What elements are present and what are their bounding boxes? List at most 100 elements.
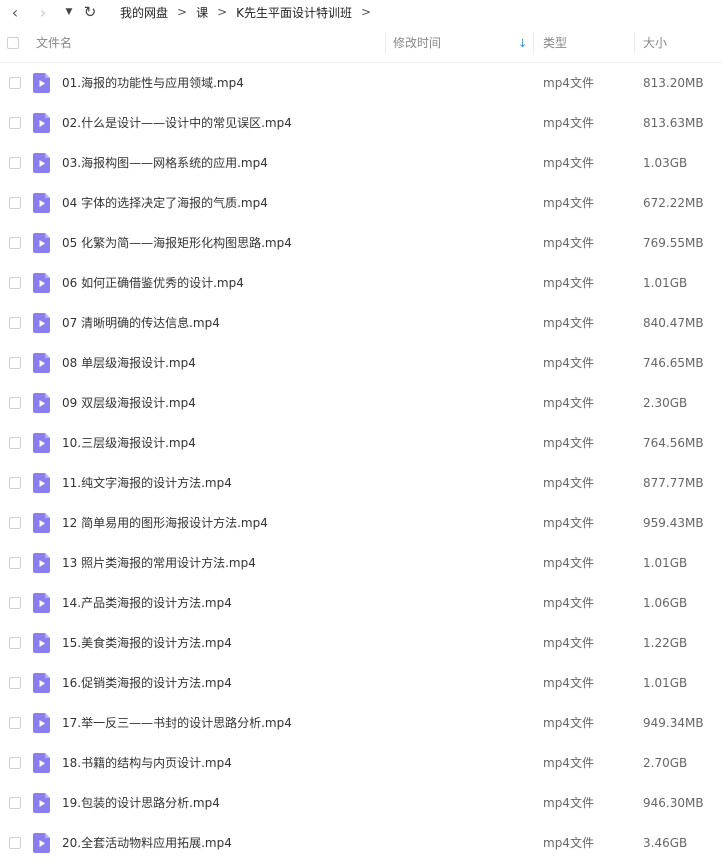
- row-checkbox[interactable]: [9, 837, 21, 849]
- row-checkbox[interactable]: [9, 237, 21, 249]
- breadcrumb-item-current-folder[interactable]: K先生平面设计特训班: [236, 4, 352, 21]
- navigation-bar: ‹ › ▼ ↻ 我的网盘 > 课 > K先生平面设计特训班 >: [0, 0, 722, 24]
- column-header-type[interactable]: 类型: [543, 24, 567, 62]
- row-checkbox[interactable]: [9, 557, 21, 569]
- column-header-size[interactable]: 大小: [643, 24, 667, 62]
- file-name[interactable]: 14.产品类海报的设计方法.mp4: [62, 583, 232, 623]
- file-name[interactable]: 01.海报的功能性与应用领域.mp4: [62, 63, 244, 103]
- row-checkbox[interactable]: [9, 797, 21, 809]
- file-name[interactable]: 13 照片类海报的常用设计方法.mp4: [62, 543, 256, 583]
- table-row[interactable]: 14.产品类海报的设计方法.mp4 mp4文件 1.06GB: [0, 583, 722, 623]
- breadcrumb-item-my-drive[interactable]: 我的网盘: [120, 4, 168, 21]
- file-type: mp4文件: [543, 556, 594, 570]
- file-size: 1.06GB: [643, 596, 688, 610]
- table-row[interactable]: 10.三层级海报设计.mp4 mp4文件 764.56MB: [0, 423, 722, 463]
- file-name[interactable]: 09 双层级海报设计.mp4: [62, 383, 196, 423]
- file-list: 01.海报的功能性与应用领域.mp4 mp4文件 813.20MB 02.什么是设计—…: [0, 63, 722, 863]
- row-checkbox[interactable]: [9, 597, 21, 609]
- video-file-icon: [33, 673, 50, 693]
- row-checkbox[interactable]: [9, 157, 21, 169]
- table-row[interactable]: 07 清晰明确的传达信息.mp4 mp4文件 840.47MB: [0, 303, 722, 343]
- row-checkbox[interactable]: [9, 517, 21, 529]
- table-row[interactable]: 13 照片类海报的常用设计方法.mp4 mp4文件 1.01GB: [0, 543, 722, 583]
- video-file-icon: [33, 593, 50, 613]
- refresh-icon[interactable]: ↻: [80, 0, 100, 24]
- row-checkbox[interactable]: [9, 317, 21, 329]
- file-type: mp4文件: [543, 156, 594, 170]
- breadcrumb-separator: >: [177, 5, 188, 19]
- file-name[interactable]: 20.全套活动物料应用拓展.mp4: [62, 823, 232, 863]
- row-checkbox[interactable]: [9, 477, 21, 489]
- table-row[interactable]: 18.书籍的结构与内页设计.mp4 mp4文件 2.70GB: [0, 743, 722, 783]
- file-size: 877.77MB: [643, 476, 704, 490]
- file-type: mp4文件: [543, 316, 594, 330]
- file-name[interactable]: 06 如何正确借鉴优秀的设计.mp4: [62, 263, 244, 303]
- table-row[interactable]: 15.美食类海报的设计方法.mp4 mp4文件 1.22GB: [0, 623, 722, 663]
- file-size: 1.03GB: [643, 156, 688, 170]
- file-type: mp4文件: [543, 596, 594, 610]
- file-name[interactable]: 18.书籍的结构与内页设计.mp4: [62, 743, 232, 783]
- table-row[interactable]: 17.举一反三——书封的设计思路分析.mp4 mp4文件 949.34MB: [0, 703, 722, 743]
- file-name[interactable]: 03.海报构图——网格系统的应用.mp4: [62, 143, 268, 183]
- table-row[interactable]: 06 如何正确借鉴优秀的设计.mp4 mp4文件 1.01GB: [0, 263, 722, 303]
- table-row[interactable]: 08 单层级海报设计.mp4 mp4文件 746.65MB: [0, 343, 722, 383]
- file-type: mp4文件: [543, 356, 594, 370]
- row-checkbox[interactable]: [9, 77, 21, 89]
- row-checkbox[interactable]: [9, 117, 21, 129]
- file-name[interactable]: 12 简单易用的图形海报设计方法.mp4: [62, 503, 268, 543]
- file-size: 746.65MB: [643, 356, 704, 370]
- row-checkbox[interactable]: [9, 357, 21, 369]
- table-row[interactable]: 01.海报的功能性与应用领域.mp4 mp4文件 813.20MB: [0, 63, 722, 103]
- breadcrumb-item-course[interactable]: 课: [196, 4, 208, 21]
- row-checkbox[interactable]: [9, 637, 21, 649]
- column-header-name[interactable]: 文件名: [36, 24, 72, 62]
- file-type: mp4文件: [543, 276, 594, 290]
- table-row[interactable]: 03.海报构图——网格系统的应用.mp4 mp4文件 1.03GB: [0, 143, 722, 183]
- file-name[interactable]: 15.美食类海报的设计方法.mp4: [62, 623, 232, 663]
- select-all-checkbox[interactable]: [7, 37, 19, 49]
- video-file-icon: [33, 833, 50, 853]
- table-row[interactable]: 04 字体的选择决定了海报的气质.mp4 mp4文件 672.22MB: [0, 183, 722, 223]
- file-name[interactable]: 17.举一反三——书封的设计思路分析.mp4: [62, 703, 292, 743]
- chevron-left-icon[interactable]: ‹: [4, 0, 26, 24]
- row-checkbox[interactable]: [9, 717, 21, 729]
- arrow-down-icon[interactable]: ↓: [518, 24, 527, 62]
- row-checkbox[interactable]: [9, 757, 21, 769]
- file-type: mp4文件: [543, 676, 594, 690]
- row-checkbox[interactable]: [9, 437, 21, 449]
- file-type: mp4文件: [543, 476, 594, 490]
- file-size: 672.22MB: [643, 196, 704, 210]
- video-file-icon: [33, 273, 50, 293]
- column-divider[interactable]: [634, 32, 635, 54]
- file-name[interactable]: 04 字体的选择决定了海报的气质.mp4: [62, 183, 268, 223]
- file-name[interactable]: 05 化繁为简——海报矩形化构图思路.mp4: [62, 223, 292, 263]
- video-file-icon: [33, 193, 50, 213]
- table-row[interactable]: 20.全套活动物料应用拓展.mp4 mp4文件 3.46GB: [0, 823, 722, 863]
- file-name[interactable]: 10.三层级海报设计.mp4: [62, 423, 196, 463]
- column-header-modified[interactable]: 修改时间: [393, 24, 441, 62]
- table-row[interactable]: 11.纯文字海报的设计方法.mp4 mp4文件 877.77MB: [0, 463, 722, 503]
- file-name[interactable]: 07 清晰明确的传达信息.mp4: [62, 303, 220, 343]
- file-name[interactable]: 02.什么是设计——设计中的常见误区.mp4: [62, 103, 292, 143]
- table-row[interactable]: 12 简单易用的图形海报设计方法.mp4 mp4文件 959.43MB: [0, 503, 722, 543]
- file-name[interactable]: 11.纯文字海报的设计方法.mp4: [62, 463, 232, 503]
- file-name[interactable]: 19.包装的设计思路分析.mp4: [62, 783, 220, 823]
- table-row[interactable]: 05 化繁为简——海报矩形化构图思路.mp4 mp4文件 769.55MB: [0, 223, 722, 263]
- row-checkbox[interactable]: [9, 277, 21, 289]
- table-row[interactable]: 09 双层级海报设计.mp4 mp4文件 2.30GB: [0, 383, 722, 423]
- file-name[interactable]: 16.促销类海报的设计方法.mp4: [62, 663, 232, 703]
- column-divider[interactable]: [385, 32, 386, 54]
- row-checkbox[interactable]: [9, 197, 21, 209]
- video-file-icon: [33, 793, 50, 813]
- table-row[interactable]: 19.包装的设计思路分析.mp4 mp4文件 946.30MB: [0, 783, 722, 823]
- chevron-right-icon[interactable]: ›: [32, 0, 54, 24]
- table-row[interactable]: 16.促销类海报的设计方法.mp4 mp4文件 1.01GB: [0, 663, 722, 703]
- file-name[interactable]: 08 单层级海报设计.mp4: [62, 343, 196, 383]
- file-size: 813.63MB: [643, 116, 704, 130]
- caret-down-icon[interactable]: ▼: [62, 0, 76, 24]
- row-checkbox[interactable]: [9, 677, 21, 689]
- column-divider[interactable]: [533, 32, 534, 54]
- file-size: 1.01GB: [643, 276, 688, 290]
- table-row[interactable]: 02.什么是设计——设计中的常见误区.mp4 mp4文件 813.63MB: [0, 103, 722, 143]
- row-checkbox[interactable]: [9, 397, 21, 409]
